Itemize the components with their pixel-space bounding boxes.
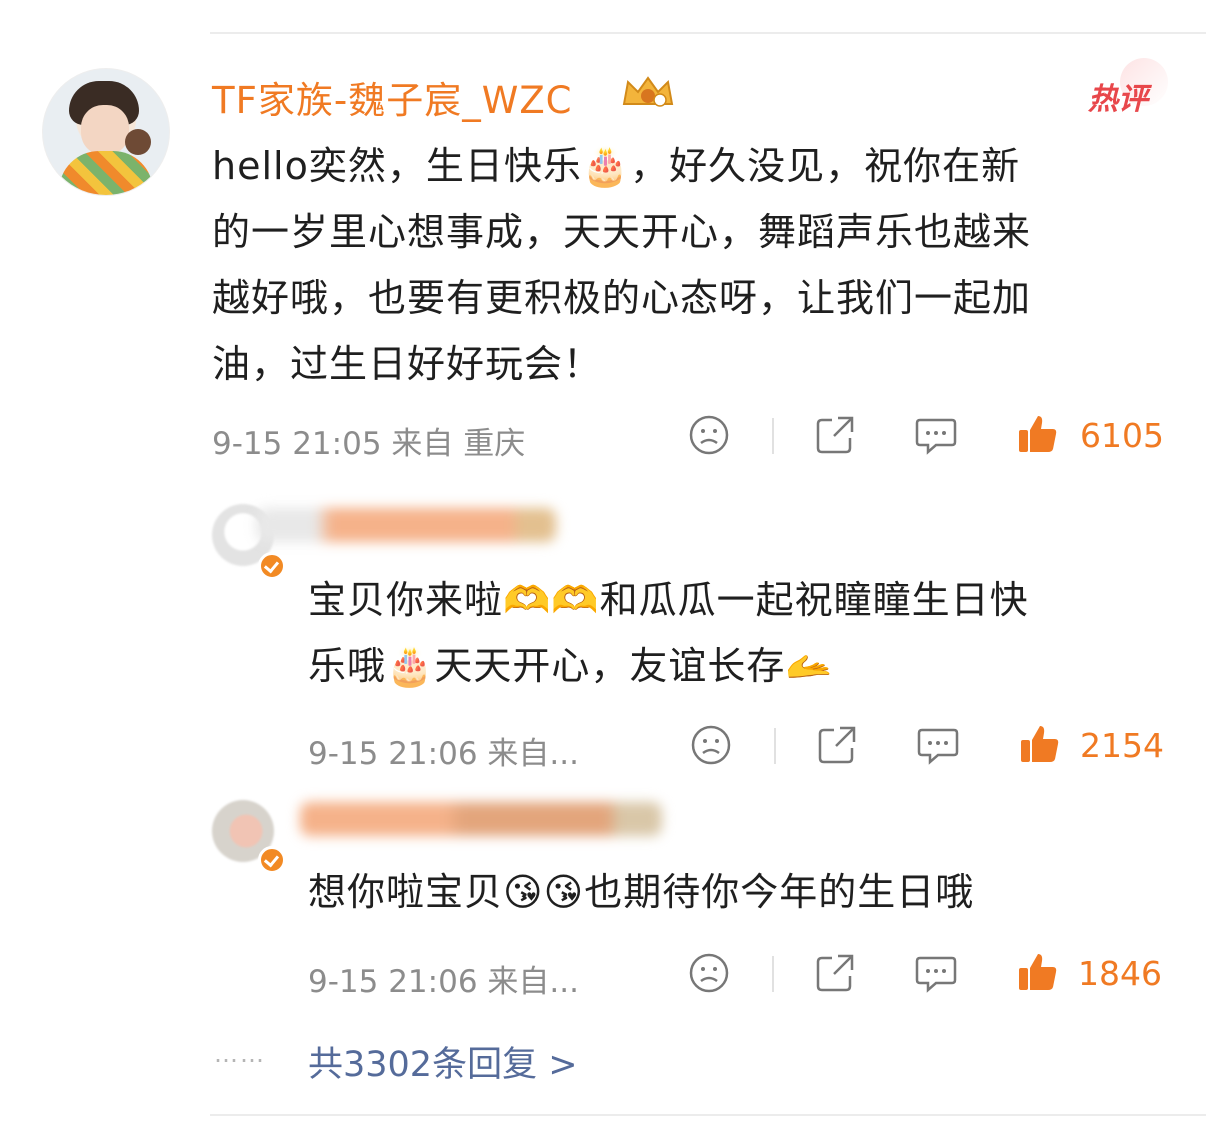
reply-meta: 9-15 21:06 来自...: [308, 736, 579, 772]
like-count: 6105: [1080, 416, 1164, 455]
comment-icon[interactable]: [914, 414, 958, 456]
reply-text-line: 想你啦宝贝😘😘也期待你今年的生日哦: [308, 870, 975, 914]
like-count: 2154: [1080, 726, 1164, 765]
bottom-divider: [210, 1114, 1206, 1116]
share-icon[interactable]: [814, 414, 856, 456]
top-divider: [210, 32, 1206, 34]
sad-face-icon[interactable]: [688, 952, 730, 994]
action-separator: [772, 418, 774, 454]
comment-meta: 9-15 21:05 来自 重庆: [212, 426, 526, 462]
reply-text-line: 乐哦🎂天天开心，友谊长存🫴: [308, 644, 834, 688]
share-icon[interactable]: [814, 952, 856, 994]
reply-username-blurred[interactable]: [300, 802, 662, 836]
more-replies-link[interactable]: 共3302条回复 >: [308, 1036, 578, 1087]
verified-badge-icon: [258, 846, 286, 874]
sad-face-icon[interactable]: [688, 414, 730, 456]
hot-comment-badge: 热评: [1088, 82, 1148, 117]
action-separator: [772, 956, 774, 992]
comment-text-line: 油，过生日好好玩会！: [212, 342, 603, 386]
like-count: 1846: [1078, 954, 1162, 993]
verified-badge-icon: [258, 552, 286, 580]
reply-text-line: 宝贝你来啦🫶🫶和瓜瓜一起祝瞳瞳生日快: [308, 578, 1029, 622]
like-icon[interactable]: [1016, 950, 1060, 994]
more-replies-dots: ……: [214, 1040, 266, 1068]
like-icon[interactable]: [1016, 412, 1060, 456]
reply-username-blurred[interactable]: [256, 508, 556, 542]
sad-face-icon[interactable]: [690, 724, 732, 766]
share-icon[interactable]: [816, 724, 858, 766]
crown-badge-icon: [622, 76, 674, 107]
comment-icon[interactable]: [916, 724, 960, 766]
comment-text-line: hello奕然，生日快乐🎂，好久没见，祝你在新: [212, 144, 1021, 188]
like-icon[interactable]: [1018, 722, 1062, 766]
comment-text-line: 越好哦，也要有更积极的心态呀，让我们一起加: [212, 276, 1032, 320]
comment-icon[interactable]: [914, 952, 958, 994]
avatar[interactable]: [42, 68, 170, 196]
action-separator: [774, 728, 776, 764]
reply-meta: 9-15 21:06 来自...: [308, 964, 579, 1000]
username[interactable]: TF家族-魏子宸_WZC: [212, 70, 573, 124]
comment-text-line: 的一岁里心想事成，天天开心，舞蹈声乐也越来: [212, 210, 1032, 254]
